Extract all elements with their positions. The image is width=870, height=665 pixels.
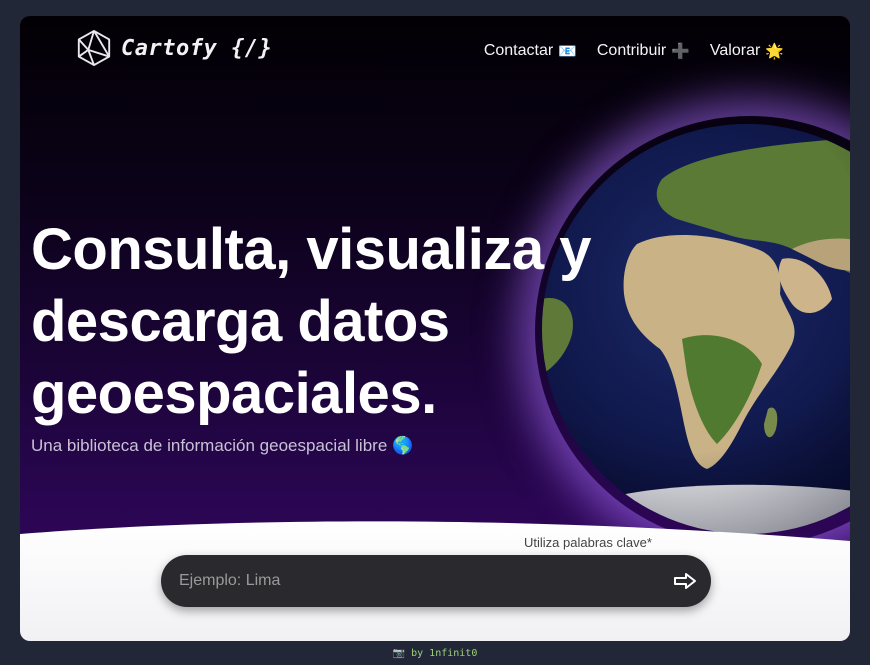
nav-contactar-label: Contactar	[483, 42, 554, 59]
email-icon: 📧	[558, 42, 577, 60]
search-hint: Utiliza palabras clave*	[524, 535, 652, 550]
nav-valorar-label: Valorar	[709, 42, 761, 59]
hero-frame: Cartofy {/} Contactar 📧 Contribuir ➕ Val…	[20, 16, 850, 641]
search-bar	[161, 555, 711, 607]
top-nav: Contactar 📧 Contribuir ➕ Valorar 🌟	[484, 42, 784, 60]
hero-headline: Consulta, visualiza y descarga datos geo…	[31, 214, 671, 430]
plus-icon: ➕	[671, 42, 690, 60]
search-submit-button[interactable]	[671, 567, 699, 595]
headline-line-3: geoespaciales.	[31, 361, 437, 426]
nav-contribuir-label: Contribuir	[596, 42, 667, 59]
brand-logo[interactable]: Cartofy {/}	[75, 28, 272, 68]
hero-subtitle: Una biblioteca de información geoespacia…	[31, 436, 414, 455]
brand-name: Cartofy {/}	[121, 35, 273, 61]
nav-contribuir[interactable]: Contribuir ➕	[597, 42, 690, 60]
nav-contactar[interactable]: Contactar 📧	[484, 42, 577, 60]
nav-valorar[interactable]: Valorar 🌟	[710, 42, 784, 60]
footer-credit: 📷 by 1nfinit0	[392, 648, 478, 659]
star-icon: 🌟	[765, 42, 784, 60]
arrow-right-icon	[674, 573, 696, 589]
search-input[interactable]	[177, 571, 671, 591]
polyhedron-icon	[77, 29, 111, 67]
headline-line-1: Consulta, visualiza y	[31, 217, 592, 282]
headline-line-2: descarga datos	[31, 289, 450, 354]
